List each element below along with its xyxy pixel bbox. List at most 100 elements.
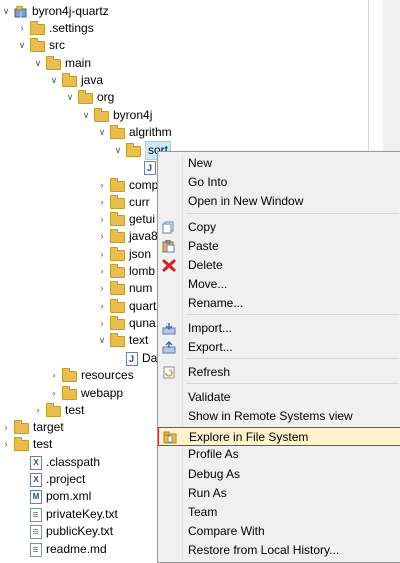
menu-item-refresh[interactable]: Refresh	[158, 363, 400, 382]
project-icon: J	[14, 5, 28, 18]
tree-item[interactable]: ∨ text	[96, 332, 148, 349]
tree-item[interactable]: › num	[96, 280, 152, 297]
delete-icon	[162, 259, 176, 272]
menu-item-copy[interactable]: Copy	[158, 218, 400, 237]
expand-arrow-icon[interactable]: ›	[96, 246, 108, 263]
menu-item-label: Team	[188, 505, 218, 519]
collapse-arrow-icon[interactable]: ∨	[32, 55, 44, 72]
paste-icon	[162, 239, 176, 253]
expand-arrow-icon[interactable]: ›	[0, 419, 12, 436]
tree-item-label: json	[129, 247, 152, 261]
expand-arrow-icon[interactable]: ›	[48, 367, 60, 384]
collapse-arrow-icon[interactable]: ∨	[64, 89, 76, 106]
tree-item[interactable]: ∨ src	[16, 37, 65, 54]
tree-item[interactable]	[130, 159, 160, 177]
tree-item[interactable]: Da	[112, 350, 157, 368]
menu-item-label: Show in Remote Systems view	[188, 409, 353, 423]
expand-arrow-icon[interactable]: ›	[96, 177, 108, 194]
tree-item-label: java	[81, 73, 104, 87]
menu-item-compare-with[interactable]: Compare With	[158, 522, 400, 541]
tree-item[interactable]: › java8	[96, 228, 158, 245]
tree-item[interactable]: ∨ algrithm	[96, 124, 172, 141]
expand-arrow-icon[interactable]: ›	[96, 228, 108, 245]
expand-arrow-icon[interactable]: ›	[16, 20, 28, 37]
collapse-arrow-icon[interactable]: ∨	[0, 3, 12, 20]
menu-item-rename[interactable]: Rename...	[158, 294, 400, 313]
menu-item-move[interactable]: Move...	[158, 275, 400, 294]
tree-item-label: text	[129, 333, 149, 347]
tree-item[interactable]: readme.md	[16, 541, 107, 558]
tree-item[interactable]: ∨ org	[64, 89, 114, 106]
menu-item-run-as[interactable]: Run As	[158, 484, 400, 503]
tree-item[interactable]: › getui	[96, 211, 155, 228]
collapse-arrow-icon[interactable]: ∨	[48, 72, 60, 89]
tree-item[interactable]: › json	[96, 246, 151, 263]
expand-arrow-icon[interactable]: ›	[96, 298, 108, 315]
tree-item[interactable]: › target	[0, 419, 64, 436]
tree-item[interactable]: › comp	[96, 177, 158, 194]
tree-item[interactable]: › curr	[96, 194, 150, 211]
menu-item-restore-from-local-history[interactable]: Restore from Local History...	[158, 541, 400, 560]
folder-icon	[62, 368, 77, 382]
folder-icon	[110, 212, 125, 226]
tree-item-label: pom.xml	[46, 489, 92, 503]
tree-item[interactable]: X .classpath	[16, 454, 100, 471]
java-file-icon	[126, 351, 138, 368]
refresh-icon	[162, 366, 176, 379]
menu-item-paste[interactable]: Paste	[158, 237, 400, 256]
menu-item-export[interactable]: Export...	[158, 338, 400, 357]
menu-item-label: Refresh	[188, 365, 231, 379]
tree-item-label: main	[65, 56, 92, 70]
folder-icon	[62, 73, 77, 87]
tree-item[interactable]: › webapp	[48, 385, 123, 402]
collapse-arrow-icon[interactable]: ∨	[96, 124, 108, 141]
menu-item-import[interactable]: Import...	[158, 319, 400, 338]
context-menu: New Go Into Open in New Window Copy Paste Del…	[157, 151, 400, 563]
tree-item[interactable]: › test	[32, 402, 84, 419]
tree-item[interactable]: › resources	[48, 367, 134, 384]
expand-arrow-icon[interactable]: ›	[96, 280, 108, 297]
collapse-arrow-icon[interactable]: ∨	[16, 37, 28, 54]
tree-item[interactable]: ∨ main	[32, 55, 91, 72]
menu-item-debug-as[interactable]: Debug As	[158, 465, 400, 484]
svg-text:J: J	[19, 11, 22, 18]
tree-item[interactable]: ∨ byron4j	[80, 107, 152, 124]
menu-item-validate[interactable]: Validate	[158, 388, 400, 407]
tree-item-label: readme.md	[46, 542, 107, 556]
collapse-arrow-icon[interactable]: ∨	[112, 142, 124, 159]
expand-arrow-icon[interactable]: ›	[96, 263, 108, 280]
folder-icon	[110, 195, 125, 209]
menu-item-team[interactable]: Team	[158, 503, 400, 522]
expand-arrow-icon[interactable]: ›	[96, 194, 108, 211]
menu-item-show-in-remote-systems-view[interactable]: Show in Remote Systems view	[158, 407, 400, 426]
expand-arrow-icon[interactable]: ›	[96, 211, 108, 228]
menu-separator	[186, 383, 399, 384]
tree-item[interactable]: privateKey.txt	[16, 506, 118, 523]
folder-icon	[110, 178, 125, 192]
tree-item[interactable]: › quart	[96, 298, 156, 315]
tree-item[interactable]: › .settings	[16, 20, 94, 37]
expand-arrow-icon[interactable]: ›	[96, 315, 108, 332]
tree-item[interactable]: publicKey.txt	[16, 523, 113, 540]
tree-item[interactable]: Mpom.xml	[16, 488, 91, 505]
menu-item-explore-in-file-system[interactable]: Explore in File System	[158, 427, 400, 446]
tree-item[interactable]: › test	[0, 436, 52, 453]
tree-item-label: .project	[46, 472, 86, 486]
tree-item[interactable]: › quna	[96, 315, 156, 332]
expand-arrow-icon[interactable]: ›	[48, 385, 60, 402]
menu-item-open-in-new-window[interactable]: Open in New Window	[158, 192, 400, 211]
collapse-arrow-icon[interactable]: ∨	[80, 107, 92, 124]
tree-item[interactable]: › lomb	[96, 263, 155, 280]
tree-item[interactable]: ∨ java	[48, 72, 103, 89]
folder-icon	[14, 420, 29, 434]
menu-item-delete[interactable]: Delete	[158, 256, 400, 275]
menu-item-new[interactable]: New	[158, 154, 400, 173]
tree-item[interactable]: ∨ Jbyron4j-quartz	[0, 3, 109, 20]
tree-item[interactable]: X .project	[16, 471, 85, 488]
expand-arrow-icon[interactable]: ›	[32, 402, 44, 419]
menu-item-go-into[interactable]: Go Into	[158, 173, 400, 192]
collapse-arrow-icon[interactable]: ∨	[96, 332, 108, 349]
expand-arrow-icon[interactable]: ›	[0, 436, 12, 453]
tree-item-label: getui	[129, 212, 156, 226]
menu-item-profile-as[interactable]: Profile As	[158, 445, 400, 464]
